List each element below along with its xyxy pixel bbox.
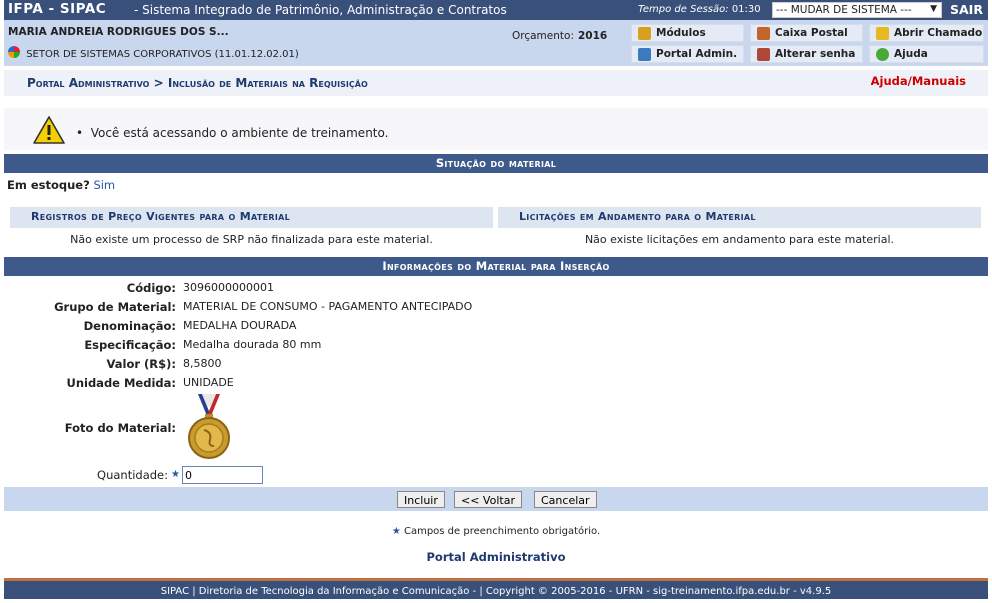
mailbox-icon	[757, 27, 770, 40]
admin-portal-label: Portal Admin.	[656, 48, 738, 60]
material-group-label: Grupo de Material:	[54, 300, 176, 314]
specification-value: Medalha dourada 80 mm	[183, 338, 322, 351]
training-warning: • Você está acessando o ambiente de trei…	[4, 108, 988, 150]
mailbox-button[interactable]: Caixa Postal	[750, 24, 863, 42]
portal-link[interactable]: Portal Administrativo	[0, 550, 992, 564]
quantity-label: Quantidade:	[97, 468, 168, 482]
modules-label: Módulos	[656, 27, 706, 39]
code-label: Código:	[126, 281, 176, 295]
required-note: ★ Campos de preenchimento obrigatório.	[0, 526, 992, 537]
megaphone-icon	[876, 27, 889, 40]
medal-photo	[188, 394, 230, 459]
quantity-input[interactable]	[182, 466, 263, 484]
department-name: SETOR DE SISTEMAS CORPORATIVOS (11.01.12…	[26, 49, 299, 60]
budget-year: Orçamento: 2016	[512, 30, 607, 42]
denomination-value: MEDALHA DOURADA	[183, 319, 297, 332]
warning-message: • Você está acessando o ambiente de trei…	[76, 126, 389, 140]
back-button[interactable]: << Voltar	[454, 491, 522, 508]
department: SETOR DE SISTEMAS CORPORATIVOS (11.01.12…	[8, 46, 299, 60]
budget-year-value: 2016	[577, 30, 608, 42]
warning-text: Você está acessando o ambiente de treina…	[90, 126, 389, 140]
change-password-button[interactable]: Alterar senha	[750, 45, 863, 63]
app-brand: IFPA - SIPAC	[8, 1, 107, 17]
breadcrumb-bar: Portal Administrativo > Inclusão de Mate…	[4, 70, 988, 96]
material-status-header: Situação do material	[4, 154, 988, 173]
photo-label: Foto do Material:	[64, 421, 176, 435]
logout-link[interactable]: SAIR	[950, 2, 983, 17]
denomination-label: Denominação:	[83, 319, 176, 333]
session-time: 01:30	[731, 4, 761, 15]
in-stock-value: Sim	[93, 178, 116, 192]
action-bar: Incluir << Voltar Cancelar	[4, 487, 988, 511]
material-group-value: MATERIAL DE CONSUMO - PAGAMENTO ANTECIPA…	[183, 300, 473, 313]
in-stock-row: Em estoque? Sim	[7, 178, 115, 192]
price-value: 8,5800	[183, 357, 222, 370]
code-value: 3096000000001	[183, 281, 274, 294]
help-manuals-link[interactable]: Ajuda/Manuais	[871, 74, 966, 88]
unit-label: Unidade Medida:	[66, 376, 176, 390]
srp-message: Não existe um processo de SRP não finali…	[70, 233, 433, 246]
user-name: MARIA ANDREIA RODRIGUES DOS S...	[8, 26, 229, 38]
system-select-value: --- MUDAR DE SISTEMA ---	[776, 4, 912, 16]
footer: SIPAC | Diretoria de Tecnologia da Infor…	[4, 578, 988, 599]
modules-icon	[638, 27, 651, 40]
unit-icon	[8, 46, 20, 58]
required-note-text: Campos de preenchimento obrigatório.	[403, 526, 601, 537]
price-label: Valor (R$):	[106, 357, 176, 371]
session-timer: Tempo de Sessão: 01:30	[638, 4, 761, 15]
system-select[interactable]: --- MUDAR DE SISTEMA --- ▼	[772, 2, 942, 18]
include-button[interactable]: Incluir	[397, 491, 445, 508]
required-star-icon: ★	[391, 526, 401, 537]
bids-subheader: Licitações em Andamento para o Material	[498, 207, 981, 228]
portal-icon	[638, 48, 651, 61]
top-bar: IFPA - SIPAC - Sistema Integrado de Patr…	[4, 0, 988, 20]
admin-portal-button[interactable]: Portal Admin.	[631, 45, 744, 63]
unit-value: UNIDADE	[183, 376, 234, 389]
srp-subheader: Registros de Preço Vigentes para o Mater…	[10, 207, 493, 228]
warning-icon	[33, 116, 65, 144]
help-button[interactable]: Ajuda	[869, 45, 984, 63]
material-info-header: Informações do Material para Inserção	[4, 257, 988, 276]
user-key-icon	[757, 48, 770, 61]
cancel-button[interactable]: Cancelar	[534, 491, 597, 508]
breadcrumb: Portal Administrativo > Inclusão de Mate…	[27, 76, 368, 90]
bids-message: Não existe licitações em andamento para …	[584, 233, 895, 246]
specification-label: Especificação:	[84, 338, 176, 352]
open-ticket-label: Abrir Chamado	[894, 27, 983, 39]
help-icon	[876, 48, 889, 61]
system-name: - Sistema Integrado de Patrimônio, Admin…	[134, 3, 507, 17]
mailbox-label: Caixa Postal	[775, 27, 848, 39]
help-label: Ajuda	[894, 48, 928, 60]
change-password-label: Alterar senha	[775, 48, 856, 60]
session-label: Tempo de Sessão:	[638, 4, 729, 15]
modules-button[interactable]: Módulos	[631, 24, 744, 42]
budget-label: Orçamento:	[512, 30, 574, 42]
required-star-icon: ★	[171, 469, 180, 480]
in-stock-label: Em estoque?	[7, 178, 90, 192]
open-ticket-button[interactable]: Abrir Chamado	[869, 24, 984, 42]
user-info-bar: MARIA ANDREIA RODRIGUES DOS S... SETOR D…	[4, 20, 988, 66]
chevron-down-icon: ▼	[930, 4, 937, 14]
